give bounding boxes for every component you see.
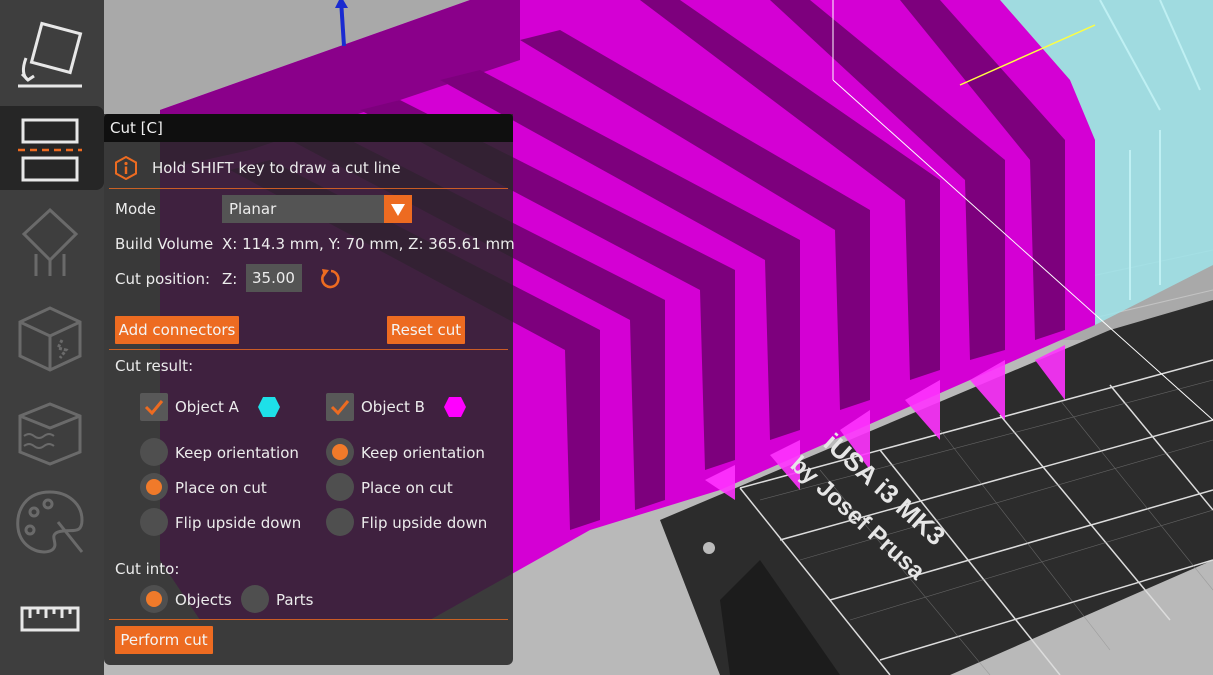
cut-tool[interactable] <box>0 106 104 190</box>
cut-position-label: Cut position: <box>115 270 211 288</box>
object-a-label: Object A <box>175 398 239 416</box>
separator <box>109 349 508 350</box>
cut-position-input[interactable]: 35.00 <box>246 264 302 292</box>
object-b-place-on-cut-label: Place on cut <box>361 479 453 497</box>
separator <box>109 188 508 189</box>
place-on-face-tool[interactable] <box>0 12 104 96</box>
cut-into-objects-label: Objects <box>175 591 232 609</box>
support-painting-tool[interactable] <box>0 202 104 286</box>
place-on-face-icon <box>18 21 83 88</box>
hint-text: Hold SHIFT key to draw a cut line <box>152 159 401 177</box>
object-a-place-on-cut-radio[interactable] <box>140 473 168 501</box>
object-b-flip-label: Flip upside down <box>361 514 488 532</box>
object-b-flip-radio[interactable] <box>326 508 354 536</box>
seam-painting-icon <box>18 306 82 372</box>
object-a-color-icon <box>258 397 280 417</box>
object-a-flip-radio[interactable] <box>140 508 168 536</box>
seam-painting-tool[interactable] <box>0 298 104 382</box>
mode-select[interactable]: Planar <box>222 195 412 223</box>
fuzzy-skin-icon <box>18 402 82 466</box>
separator <box>109 619 508 620</box>
object-b-keep-orientation-label: Keep orientation <box>361 444 485 462</box>
cut-icon <box>18 118 82 182</box>
add-connectors-button[interactable]: Add connectors <box>115 316 239 344</box>
object-a-place-on-cut-label: Place on cut <box>175 479 267 497</box>
cut-position-value: 35.00 <box>252 269 295 287</box>
object-b-checkbox[interactable] <box>326 393 354 421</box>
panel-title-bar[interactable]: Cut [C] <box>104 114 513 142</box>
cut-into-label: Cut into: <box>115 560 180 578</box>
object-a-flip-label: Flip upside down <box>175 514 302 532</box>
cut-into-parts-radio[interactable] <box>241 585 269 613</box>
cut-into-parts-label: Parts <box>276 591 314 609</box>
support-painting-icon <box>21 207 79 276</box>
object-b-place-on-cut-radio[interactable] <box>326 473 354 501</box>
info-icon <box>115 156 137 180</box>
fuzzy-skin-tool[interactable] <box>0 394 104 478</box>
axis-label: Z: <box>222 270 238 288</box>
measure-icon <box>20 606 80 632</box>
mode-label: Mode <box>115 200 156 218</box>
cut-panel: Cut [C] Hold SHIFT key to draw a cut lin… <box>104 114 515 665</box>
object-b-color-icon <box>444 397 466 417</box>
mode-select-value: Planar <box>229 200 277 218</box>
object-a-checkbox[interactable] <box>140 393 168 421</box>
cut-result-label: Cut result: <box>115 357 194 375</box>
mmu-painting-tool[interactable] <box>0 484 104 568</box>
cut-into-objects-radio[interactable] <box>140 585 168 613</box>
chevron-down-icon[interactable] <box>384 195 412 223</box>
panel-title: Cut [C] <box>110 119 163 137</box>
object-a-keep-orientation-radio[interactable] <box>140 438 168 466</box>
reset-value-icon[interactable] <box>318 266 344 292</box>
object-b-keep-orientation-radio[interactable] <box>326 438 354 466</box>
perform-cut-button[interactable]: Perform cut <box>115 626 213 654</box>
build-volume-value: X: 114.3 mm, Y: 70 mm, Z: 365.61 mm <box>222 235 515 253</box>
checkmark-icon <box>330 400 350 416</box>
object-a-keep-orientation-label: Keep orientation <box>175 444 299 462</box>
reset-cut-button[interactable]: Reset cut <box>387 316 465 344</box>
measure-tool[interactable] <box>0 578 104 662</box>
mmu-painting-icon <box>16 490 84 554</box>
object-b-label: Object B <box>361 398 425 416</box>
checkmark-icon <box>144 400 164 416</box>
gizmo-toolbar <box>0 0 104 675</box>
build-volume-label: Build Volume <box>115 235 214 253</box>
